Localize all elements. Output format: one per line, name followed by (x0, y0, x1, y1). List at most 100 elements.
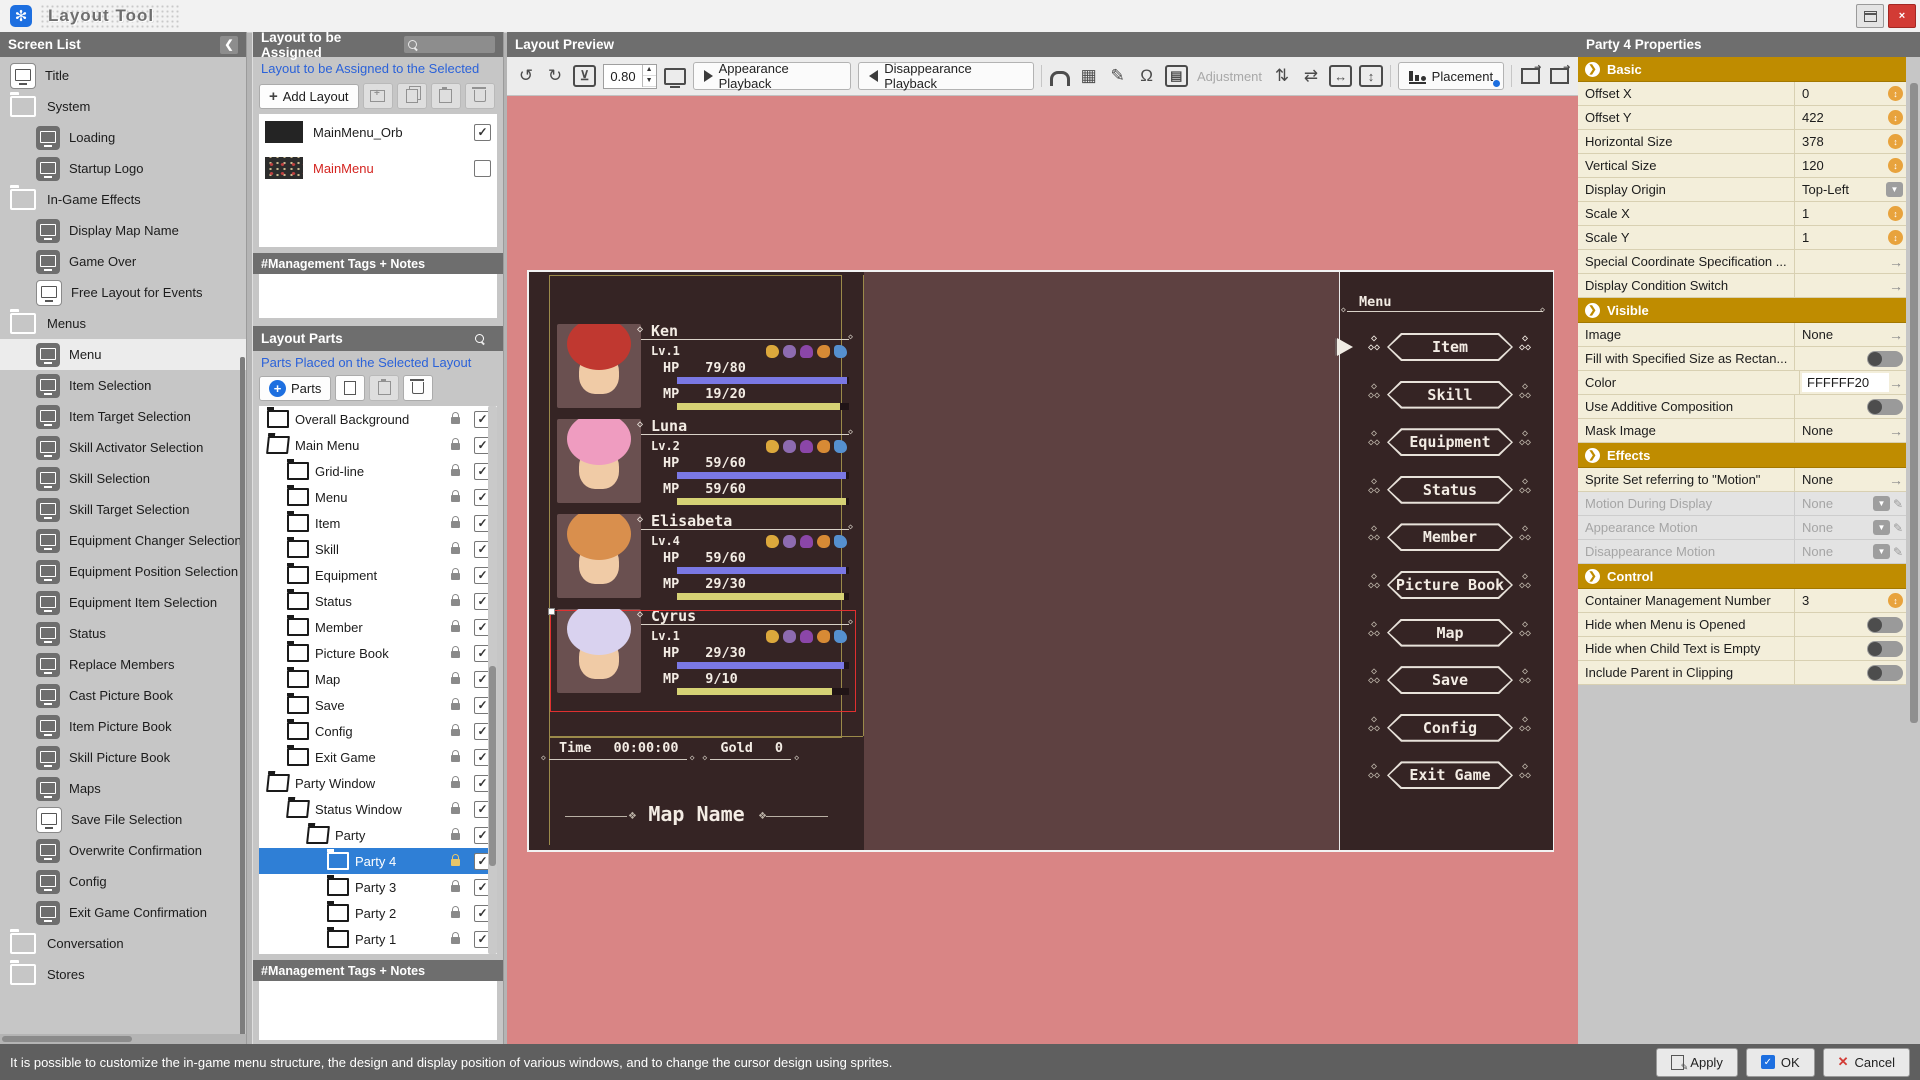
screen-list-scrollbar[interactable] (240, 357, 245, 1034)
screen-list-item[interactable]: In-Game Effects (0, 184, 246, 215)
tree-item[interactable]: Party 3 ✓ (259, 874, 497, 900)
pen-tool-button[interactable]: ✎ (1107, 63, 1129, 89)
undo-button[interactable]: ↺ (515, 63, 537, 89)
layout-checkbox[interactable]: ✓ (474, 159, 491, 177)
lock-icon[interactable] (451, 775, 460, 791)
party-member-row[interactable]: ◇Ken Lv.1 H (529, 322, 864, 417)
lock-icon[interactable] (451, 619, 460, 635)
paste-layout-button[interactable] (430, 83, 461, 109)
screen-list-item[interactable]: Equipment Item Selection (0, 587, 246, 618)
screen-list-item[interactable]: Game Over (0, 246, 246, 277)
screen-list-hscrollbar[interactable] (0, 1034, 246, 1044)
export-all-button[interactable] (1548, 62, 1571, 89)
spinner-icon[interactable]: ↕ (1888, 230, 1903, 245)
layout-checkbox[interactable]: ✓ (474, 123, 491, 141)
disappearance-playback-button[interactable]: Disappearance Playback (858, 61, 1034, 91)
game-screen-preview[interactable]: ◇Ken Lv.1 H (527, 270, 1554, 852)
menu-button[interactable]: Status (1387, 476, 1513, 504)
screen-list-item[interactable]: Skill Selection (0, 463, 246, 494)
screen-list-item[interactable]: Menu (0, 339, 246, 370)
zoom-spinner[interactable]: 0.80 ▲ ▼ (603, 63, 657, 89)
screen-list-item[interactable]: Equipment Changer Selection (0, 525, 246, 556)
lock-icon[interactable] (451, 463, 460, 479)
zoom-spin-arrows[interactable]: ▲ ▼ (641, 65, 656, 87)
property-value[interactable]: 422 (1802, 110, 1824, 125)
arrow-right-icon[interactable]: → (1889, 254, 1903, 270)
screen-list-item[interactable]: Display Map Name (0, 215, 246, 246)
import-to-box-button[interactable]: ⊻ (573, 65, 597, 87)
screen-list-item[interactable]: Config (0, 866, 246, 897)
dropdown-icon[interactable]: ▼ (1886, 182, 1903, 197)
menu-button[interactable]: Skill (1387, 381, 1513, 409)
layout-list-item[interactable]: MainMenu ✓ (259, 150, 497, 186)
screen-list-item[interactable]: Exit Game Confirmation (0, 897, 246, 928)
screen-list-item[interactable]: Stores (0, 959, 246, 990)
menu-button[interactable]: Picture Book (1387, 571, 1513, 599)
lock-icon[interactable] (451, 697, 460, 713)
screen-list-item[interactable]: Overwrite Confirmation (0, 835, 246, 866)
copy-part-button[interactable] (335, 375, 366, 401)
menu-button-row[interactable]: ◇ ◇◇ Save ◇ ◇◇ (1339, 657, 1552, 705)
spinner-icon[interactable]: ↕ (1888, 134, 1903, 149)
menu-button[interactable]: Item (1387, 333, 1513, 361)
property-value[interactable]: None (1802, 327, 1833, 342)
tree-item[interactable]: Party 1 ✓ (259, 926, 497, 952)
close-window-button[interactable]: × (1888, 4, 1916, 28)
menu-button-row[interactable]: ◇ ◇◇ Member ◇ ◇◇ (1339, 514, 1552, 562)
property-value[interactable]: 1 (1802, 230, 1809, 245)
ok-button[interactable]: ✓ OK (1745, 1047, 1815, 1077)
property-value[interactable]: None (1802, 544, 1833, 559)
lock-icon[interactable] (451, 671, 460, 687)
screen-list-item[interactable]: Menus (0, 308, 246, 339)
screen-list-item[interactable]: Item Target Selection (0, 401, 246, 432)
lock-icon[interactable] (451, 749, 460, 765)
screen-list-item[interactable]: Skill Picture Book (0, 742, 246, 773)
property-value[interactable]: 120 (1802, 158, 1824, 173)
section-header[interactable]: ❯ Visible (1578, 298, 1906, 323)
collapse-panel-button[interactable]: ❮ (220, 35, 238, 54)
lock-icon[interactable] (451, 515, 460, 531)
lock-icon[interactable] (451, 827, 460, 843)
screen-list-item[interactable]: Startup Logo (0, 153, 246, 184)
tree-item[interactable]: Item ✓ (259, 510, 497, 536)
lock-icon[interactable] (451, 723, 460, 739)
property-value[interactable]: Top-Left (1802, 182, 1849, 197)
add-layout-folder-button[interactable] (362, 83, 393, 109)
screen-list-item[interactable]: Maps (0, 773, 246, 804)
parts-search-button[interactable] (471, 330, 495, 347)
vertical-order-button[interactable]: ⇅ (1271, 63, 1293, 89)
screen-list-item[interactable]: Status (0, 618, 246, 649)
tree-item[interactable]: Status ✓ (259, 588, 497, 614)
assign-search-input[interactable] (403, 36, 495, 53)
tree-item[interactable]: Config ✓ (259, 718, 497, 744)
tree-item[interactable]: Skill ✓ (259, 536, 497, 562)
screen-list-item[interactable]: Replace Members (0, 649, 246, 680)
tree-item[interactable]: Status Window ✓ (259, 796, 497, 822)
spinner-icon[interactable]: ↕ (1888, 593, 1903, 608)
screen-list-item[interactable]: Free Layout for Events (0, 277, 246, 308)
tree-item[interactable]: Main Menu ✓ (259, 432, 497, 458)
menu-button-row[interactable]: ◇ ◇◇ Status ◇ ◇◇ (1339, 467, 1552, 515)
delete-layout-button[interactable] (464, 83, 495, 109)
menu-button[interactable]: Config (1387, 714, 1513, 742)
tree-item[interactable]: Picture Book ✓ (259, 640, 497, 666)
property-value[interactable]: 3 (1802, 593, 1809, 608)
tree-item[interactable]: Menu ✓ (259, 484, 497, 510)
lock-icon[interactable] (451, 645, 460, 661)
property-value[interactable]: None (1802, 472, 1833, 487)
horizontal-fit-button[interactable]: ↔ (1329, 65, 1353, 87)
dropdown-pencil-icons[interactable]: ▼ ✎ (1872, 544, 1903, 559)
menu-button-row[interactable]: ◇ ◇◇ Skill ◇ ◇◇ (1339, 372, 1552, 420)
property-value[interactable]: None (1802, 496, 1833, 511)
section-header[interactable]: ❯ Basic (1578, 57, 1906, 82)
swap-button[interactable]: ⇄ (1300, 63, 1322, 89)
menu-button-row[interactable]: ◇ ◇◇ Picture Book ◇ ◇◇ (1339, 562, 1552, 610)
snap-magnet-button[interactable] (1049, 63, 1071, 89)
toggle-switch[interactable] (1867, 350, 1903, 367)
dock-window-button[interactable] (1856, 4, 1884, 28)
screen-list-item[interactable]: Cast Picture Book (0, 680, 246, 711)
tree-item[interactable]: Party 2 ✓ (259, 900, 497, 926)
arrow-right-icon[interactable]: → (1889, 472, 1903, 488)
tree-item[interactable]: Exit Game ✓ (259, 744, 497, 770)
appearance-playback-button[interactable]: Appearance Playback (692, 61, 852, 91)
